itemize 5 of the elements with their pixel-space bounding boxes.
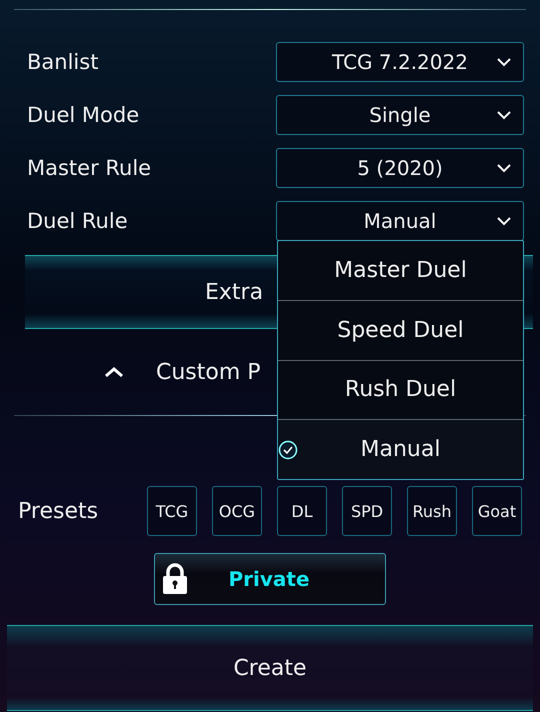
presets-label: Presets — [18, 498, 98, 524]
setting-label: Banlist — [27, 50, 98, 74]
setting-label: Master Rule — [27, 156, 152, 180]
setting-label: Duel Rule — [27, 209, 128, 233]
setting-label: Duel Mode — [27, 103, 140, 127]
